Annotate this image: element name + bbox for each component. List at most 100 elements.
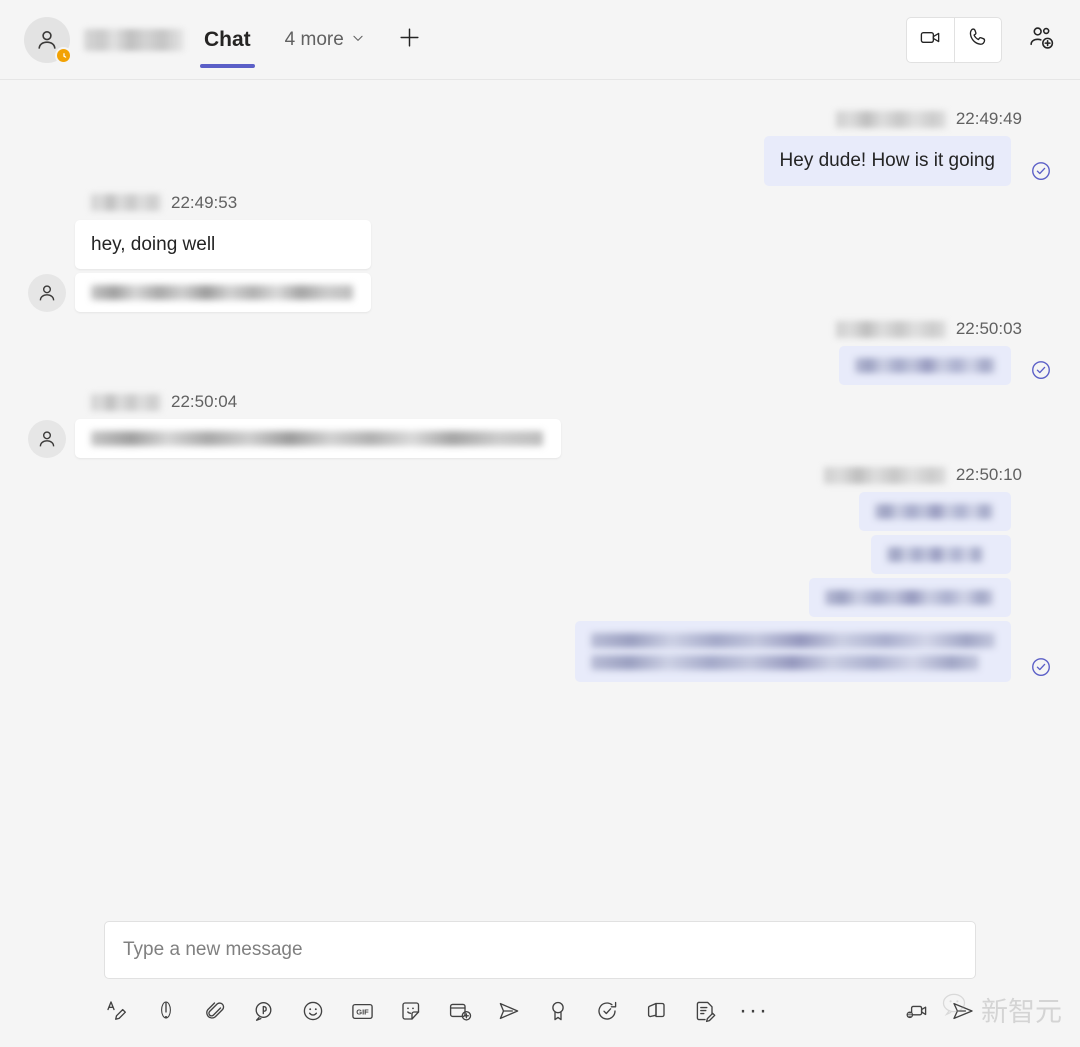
message-sent-check-icon [1030,359,1052,385]
compare-icon[interactable] [643,998,669,1024]
redacted-text-line [825,590,993,606]
message-timestamp: 22:50:03 [955,319,1022,339]
message-row [575,492,1052,683]
composer: GIF ··· [0,921,1080,1047]
header-actions [906,17,1056,63]
message-input[interactable] [123,939,957,961]
message-bubble[interactable]: hey, doing well [75,219,371,270]
message-input-box[interactable] [104,921,976,979]
message-bubble-stack [839,346,1011,386]
message-list[interactable]: 22:49:49 Hey dude! How is it going 22:49:5… [0,80,1080,921]
add-tab-button[interactable] [397,25,422,55]
redacted-text-line [875,504,993,520]
stream-icon[interactable] [496,998,522,1024]
phone-icon [967,26,990,54]
audio-call-button[interactable] [954,18,1001,62]
video-camera-icon [919,26,942,54]
tab-active-underline [200,64,255,68]
add-people-button[interactable] [1028,24,1056,57]
more-tabs-button[interactable]: 4 more [285,29,365,51]
message-timestamp: 22:49:49 [955,109,1022,128]
plus-icon [397,25,422,55]
message-sent-check-icon [1030,656,1052,682]
redacted-text-line [855,358,995,374]
redacted-text-line [591,655,979,671]
message-group-inner: 22:49:49 Hey dude! How is it going [763,108,1052,186]
message-bubble-stack: hey, doing well [75,219,371,313]
tab-chat-label: Chat [204,28,251,51]
message-meta: 22:49:53 [28,192,371,214]
message-bubble[interactable]: Hey dude! How is it going [763,136,1011,186]
message-group-inner: 22:50:03 [835,318,1052,386]
message-group-inner: 22:50:04 [28,391,561,459]
message-avatar[interactable] [28,274,66,313]
attach-clip-icon[interactable] [202,998,228,1024]
message-bubble-redacted[interactable] [871,535,1011,575]
gif-icon[interactable]: GIF [349,998,375,1024]
emoji-icon[interactable] [300,998,326,1024]
message-timestamp: 22:50:10 [955,465,1022,485]
message-bubble-redacted[interactable] [75,419,561,459]
composer-toolbar-right [904,998,976,1024]
video-message-icon[interactable] [904,998,930,1024]
message-bubble-stack: Hey dude! How is it going [763,136,1011,186]
more-options-icon[interactable]: ··· [739,998,767,1024]
message-group-in: 22:50:04 [28,391,1052,459]
call-button-group [906,17,1002,63]
chevron-down-icon [351,29,365,51]
away-clock-badge-icon [55,47,72,64]
chat-title-redacted [84,29,184,51]
header-avatar[interactable] [24,17,72,64]
message-bubble-stack [575,492,1011,683]
redacted-text-line [591,633,995,649]
message-bubble-redacted[interactable] [575,621,1011,683]
chat-header: Chat 4 more [0,0,1080,80]
message-meta: 22:50:03 [835,318,1052,340]
forms-survey-icon[interactable] [692,998,718,1024]
message-bubble-stack [75,419,561,459]
format-text-icon[interactable] [104,998,130,1024]
message-group-out: 22:50:03 [28,318,1052,386]
video-call-button[interactable] [907,18,954,62]
message-sender-redacted [823,466,946,484]
message-row: hey, doing well [28,219,371,313]
message-sender-redacted [91,194,161,212]
message-avatar[interactable] [28,420,66,459]
message-sender-redacted [91,393,161,411]
message-meta: 22:50:04 [28,391,561,413]
loop-component-icon[interactable] [251,998,277,1024]
message-meta: 22:50:10 [575,464,1052,486]
message-bubble-redacted[interactable] [809,578,1011,618]
sticker-icon[interactable] [398,998,424,1024]
message-group-inner: 22:49:53 hey, doing well [28,192,371,313]
teams-chat-app: Chat 4 more 22:49:49 Hey dude! How is it… [0,0,1080,1047]
message-timestamp: 22:50:04 [171,392,238,412]
message-sender-redacted [835,110,946,128]
message-group-out: 22:49:49 Hey dude! How is it going [28,108,1052,186]
svg-text:GIF: GIF [356,1007,369,1016]
message-bubble-redacted[interactable] [839,346,1011,386]
message-meta: 22:49:49 [764,108,1052,130]
urgent-icon[interactable] [153,998,179,1024]
message-group-in: 22:49:53 hey, doing well [28,192,1052,313]
approvals-icon[interactable] [594,998,620,1024]
send-icon[interactable] [950,998,976,1024]
composer-toolbar-left: GIF ··· [104,998,767,1024]
composer-toolbar: GIF ··· [104,987,976,1035]
redacted-text-line [91,431,543,447]
message-sent-check-icon [1030,160,1052,186]
more-tabs-label: 4 more [284,29,344,50]
message-group-inner: 22:50:10 [575,464,1052,683]
message-row: Hey dude! How is it going [763,136,1052,186]
message-bubble-redacted[interactable] [859,492,1011,532]
message-row [836,346,1052,386]
message-bubble-redacted[interactable] [75,273,371,313]
schedule-meeting-icon[interactable] [447,998,473,1024]
message-group-out: 22:50:10 [28,464,1052,683]
message-sender-redacted [835,320,946,338]
message-row [28,419,561,459]
redacted-text-line [887,547,983,563]
redacted-text-line [91,285,353,301]
tab-chat[interactable]: Chat [200,0,255,80]
praise-ribbon-icon[interactable] [545,998,571,1024]
